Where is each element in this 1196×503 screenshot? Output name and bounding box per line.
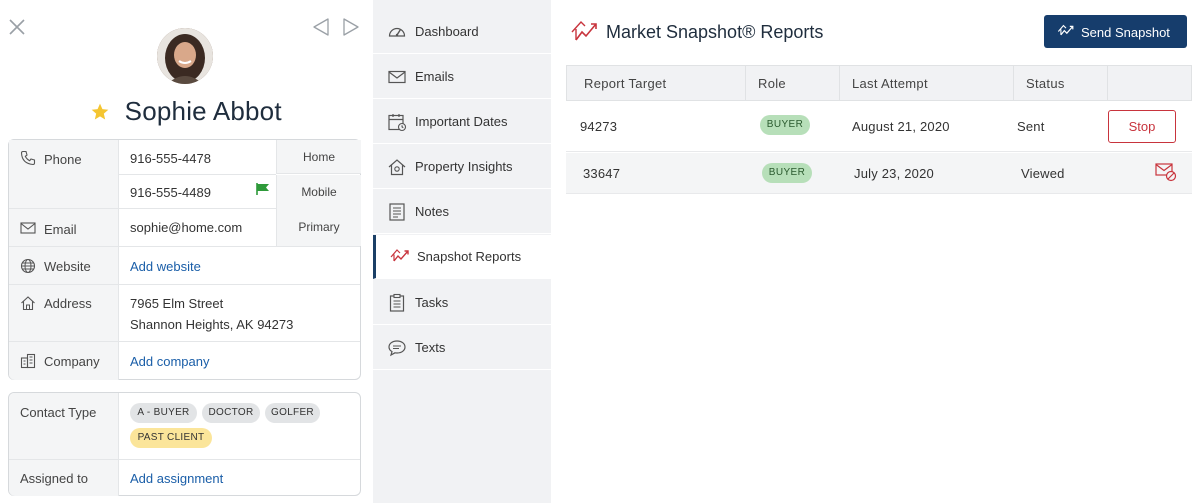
snapshot-icon: [390, 249, 409, 262]
contact-details-card: Phone 916-555-4478 Home 916-555-4489 Mob…: [8, 139, 361, 380]
snapshot-icon: [571, 20, 597, 41]
sidebar-item-tasks[interactable]: Tasks: [373, 281, 551, 325]
role-badge: BUYER: [762, 163, 812, 183]
avatar: [157, 28, 213, 84]
send-snapshot-button[interactable]: Send Snapshot: [1044, 15, 1187, 48]
reports-table: Report Target Role Last Attempt Status 9…: [566, 65, 1192, 194]
sidebar-item-important-dates[interactable]: Important Dates: [373, 100, 551, 144]
website-label: Website: [44, 259, 91, 274]
gauge-icon: [388, 27, 406, 37]
app: Sophie Abbot Phone 916-555-4478 Home 916…: [0, 0, 1196, 503]
last-attempt: August 21, 2020: [852, 119, 950, 134]
email-label: Email: [44, 222, 77, 237]
report-target: 33647: [583, 166, 621, 181]
clipboard-icon: [389, 293, 405, 312]
last-attempt: July 23, 2020: [854, 166, 934, 181]
address-row: Address 7965 Elm Street Shannon Heights,…: [9, 285, 360, 342]
globe-icon: [20, 258, 36, 274]
sidebar-item-notes[interactable]: Notes: [373, 190, 551, 234]
column-header[interactable]: Status: [1026, 76, 1065, 91]
main-content: Market Snapshot® Reports Send Snapshot R…: [551, 0, 1196, 503]
phone-type-home: Home: [276, 140, 361, 174]
tag-chip[interactable]: DOCTOR: [202, 403, 260, 423]
stop-button[interactable]: Stop: [1108, 110, 1176, 143]
sidebar-item-label: Important Dates: [415, 114, 508, 129]
contact-type-row: Contact Type A - BUYER DOCTOR GOLFER PAS…: [9, 393, 360, 460]
address-line2: Shannon Heights, AK 94273: [130, 317, 294, 332]
next-contact-icon[interactable]: [342, 18, 360, 36]
email-type: Primary: [276, 209, 361, 246]
chat-icon: [388, 340, 406, 357]
sidebar-item-snapshot-reports[interactable]: Snapshot Reports: [373, 235, 551, 279]
sidebar-item-label: Texts: [415, 340, 446, 355]
tag-chip[interactable]: A - BUYER: [130, 403, 197, 423]
column-header[interactable]: Role: [758, 76, 786, 91]
website-row: Website Add website: [9, 247, 360, 285]
sidebar-nav: Dashboard Emails Important Dates Propert…: [373, 0, 551, 503]
address-line1: 7965 Elm Street: [130, 296, 224, 311]
previous-contact-icon[interactable]: [312, 18, 330, 36]
table-header: Report Target Role Last Attempt Status: [566, 65, 1192, 101]
phone-icon: [20, 150, 36, 166]
phone-label: Phone: [44, 152, 82, 167]
sidebar-item-texts[interactable]: Texts: [373, 326, 551, 370]
sidebar-item-label: Snapshot Reports: [417, 249, 522, 264]
sidebar-item-label: Notes: [415, 204, 449, 219]
sidebar-item-property-insights[interactable]: Property Insights: [373, 145, 551, 189]
house-icon: [21, 296, 35, 311]
add-assignment-link[interactable]: Add assignment: [130, 471, 223, 486]
phone-number-mobile[interactable]: 916-555-4489: [130, 185, 211, 200]
address-label: Address: [44, 296, 92, 311]
phone-row: Phone 916-555-4478 Home 916-555-4489 Mob…: [9, 140, 361, 209]
sidebar-item-label: Emails: [415, 69, 455, 84]
contact-meta-card: Contact Type A - BUYER DOCTOR GOLFER PAS…: [8, 392, 361, 496]
contact-name: Sophie Abbot: [124, 96, 282, 126]
close-icon[interactable]: [8, 18, 26, 36]
house-icon: [388, 159, 406, 176]
sidebar-item-label: Dashboard: [415, 24, 479, 39]
add-company-link[interactable]: Add company: [130, 354, 210, 369]
sidebar-item-label: Property Insights: [415, 159, 513, 174]
assigned-row: Assigned to Add assignment: [9, 460, 360, 496]
calendar-icon: [388, 114, 407, 132]
envelope-icon: [388, 70, 406, 84]
favorite-star-icon[interactable]: [90, 102, 110, 122]
contact-panel: Sophie Abbot Phone 916-555-4478 Home 916…: [0, 0, 372, 503]
email-value[interactable]: sophie@home.com: [130, 220, 242, 235]
tag-chip[interactable]: PAST CLIENT: [130, 428, 212, 448]
sidebar-item-dashboard[interactable]: Dashboard: [373, 10, 551, 54]
column-header[interactable]: Last Attempt: [852, 76, 928, 91]
phone-type-mobile: Mobile: [276, 175, 361, 209]
page-title: Market Snapshot® Reports: [606, 22, 824, 42]
add-website-link[interactable]: Add website: [130, 259, 201, 274]
note-icon: [389, 203, 405, 221]
sidebar-item-label: Tasks: [415, 295, 449, 310]
status-text: Sent: [1017, 119, 1045, 134]
send-snapshot-label: Send Snapshot: [1081, 25, 1170, 40]
company-row: Company Add company: [9, 342, 360, 380]
flag-icon: [256, 183, 269, 195]
role-badge: BUYER: [760, 115, 810, 135]
tag-chip[interactable]: GOLFER: [265, 403, 320, 423]
table-row: 94273 BUYER August 21, 2020 Sent Stop: [566, 101, 1192, 152]
column-header[interactable]: Report Target: [584, 76, 666, 91]
mail-stop-icon[interactable]: [1155, 162, 1177, 182]
assigned-label: Assigned to: [20, 471, 88, 486]
snapshot-icon: [1057, 24, 1074, 36]
status-text: Viewed: [1021, 166, 1065, 181]
envelope-icon: [20, 222, 36, 234]
sidebar-item-emails[interactable]: Emails: [373, 55, 551, 99]
email-row: Email sophie@home.com Primary: [9, 209, 361, 247]
contact-type-label: Contact Type: [20, 405, 97, 420]
table-row: 33647 BUYER July 23, 2020 Viewed: [566, 153, 1192, 194]
report-target: 94273: [580, 119, 618, 134]
company-label: Company: [44, 354, 100, 369]
building-icon: [20, 353, 36, 369]
phone-number-home[interactable]: 916-555-4478: [130, 151, 211, 166]
contact-name-row: Sophie Abbot: [0, 96, 372, 127]
